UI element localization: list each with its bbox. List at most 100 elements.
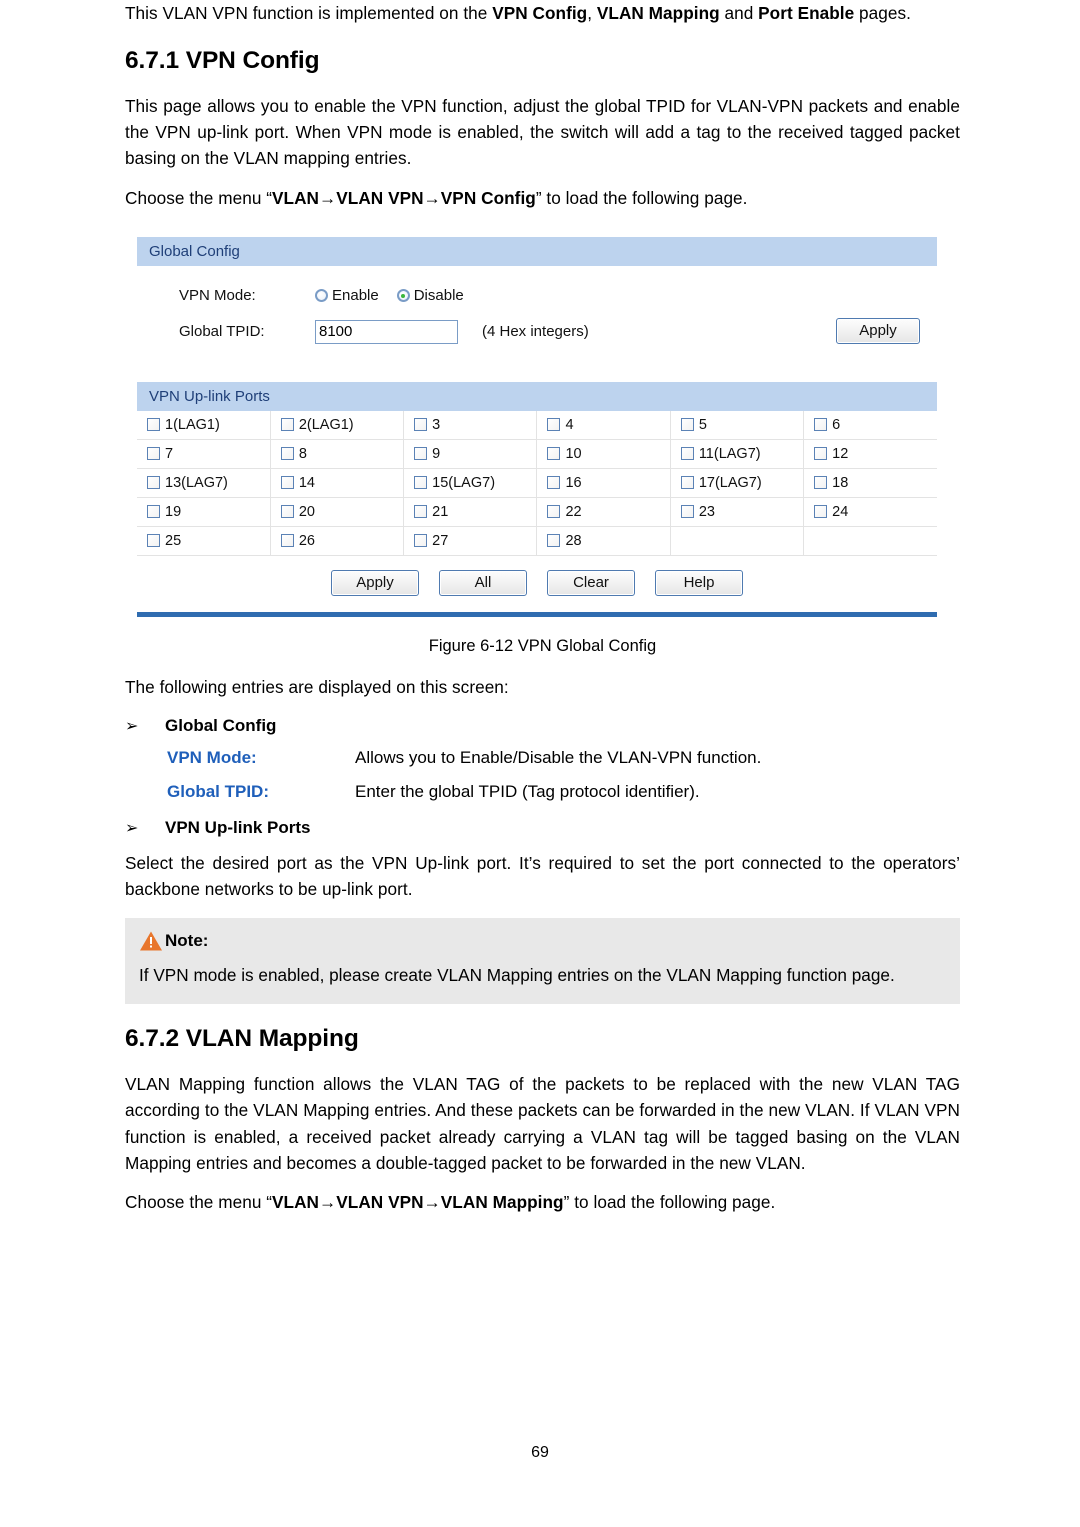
port-cell[interactable]: 6 (803, 410, 937, 440)
intro-term-vpn-config: VPN Config (492, 3, 588, 23)
port-cell[interactable]: 1(LAG1) (137, 410, 271, 440)
port-checkbox[interactable] (147, 476, 160, 490)
port-cell-empty (803, 525, 937, 556)
port-checkbox[interactable] (280, 476, 294, 490)
port-cell[interactable]: 10 (536, 438, 671, 469)
port-cell[interactable]: 2(LAG1) (270, 410, 405, 440)
global-config-apply-button[interactable]: Apply (836, 317, 920, 344)
intro-sep1: , (587, 3, 597, 23)
port-cell[interactable]: 20 (270, 496, 405, 527)
port-cell[interactable]: 7 (137, 438, 271, 469)
definition-global-tpid: Global TPID: Enter the global TPID (Tag … (125, 782, 960, 802)
port-cell[interactable]: 14 (270, 467, 405, 498)
note-body-text: If VPN mode is enabled, please create VL… (139, 965, 895, 986)
page-content: This VLAN VPN function is implemented on… (125, 0, 960, 1228)
port-cell[interactable]: 11(LAG7) (670, 438, 805, 469)
port-checkbox[interactable] (147, 418, 160, 432)
port-checkbox[interactable] (814, 447, 828, 461)
radio-disable[interactable]: Disable (396, 287, 464, 304)
port-cell[interactable]: 19 (137, 496, 271, 527)
note-title-label: Note: (165, 931, 209, 951)
port-cell[interactable]: 28 (536, 525, 671, 556)
port-cell[interactable]: 26 (270, 525, 405, 556)
port-checkbox[interactable] (147, 447, 160, 461)
port-checkbox[interactable] (547, 418, 561, 432)
panel-bottom-bar (137, 611, 937, 617)
port-checkbox[interactable] (680, 447, 694, 461)
intro-sep2: and (719, 3, 759, 23)
radio-disable-icon[interactable] (396, 289, 410, 303)
intro-suffix: pages. (854, 3, 911, 23)
bullet-arrow-icon: ➢ (125, 717, 139, 735)
port-cell[interactable]: 4 (536, 410, 671, 440)
uplink-apply-button[interactable]: Apply (331, 569, 419, 596)
section-672-menu-line: Choose the menu “VLAN→VLAN VPN→VLAN Mapp… (125, 1189, 960, 1215)
definition-vpn-mode: VPN Mode: Allows you to Enable/Disable t… (125, 748, 960, 768)
radio-enable[interactable]: Enable (315, 287, 379, 304)
port-checkbox[interactable] (414, 505, 428, 519)
section-671-menu-line: Choose the menu “VLAN→VLAN VPN→VPN Confi… (125, 185, 960, 211)
intro-paragraph: This VLAN VPN function is implemented on… (125, 0, 960, 26)
port-cell[interactable]: 15(LAG7) (403, 467, 538, 498)
global-tpid-input[interactable] (315, 319, 458, 344)
port-checkbox[interactable] (680, 505, 694, 519)
uplink-ports-header: VPN Up-link Ports (137, 381, 937, 411)
port-cell[interactable]: 24 (803, 496, 937, 527)
port-checkbox[interactable] (547, 447, 561, 461)
port-cell[interactable]: 16 (536, 467, 671, 498)
port-checkbox[interactable] (680, 476, 694, 490)
port-checkbox[interactable] (280, 418, 294, 432)
port-checkbox[interactable] (414, 418, 428, 432)
port-checkbox[interactable] (814, 505, 828, 519)
uplink-clear-button[interactable]: Clear (547, 569, 635, 596)
port-cell[interactable]: 18 (803, 467, 937, 498)
port-cell[interactable]: 27 (403, 525, 538, 556)
uplink-ports-button-row: Apply All Clear Help (137, 556, 937, 612)
radio-enable-icon[interactable] (315, 289, 328, 303)
port-checkbox[interactable] (547, 505, 561, 519)
port-cell[interactable]: 22 (536, 496, 671, 527)
vpn-mode-radio-group: Enable Disable (315, 287, 464, 304)
table-row: 25 26 27 28 (137, 525, 937, 556)
port-cell[interactable]: 3 (403, 410, 538, 440)
bullet-arrow-icon: ➢ (125, 819, 139, 837)
menu-path-vlan-mapping: VLAN→VLAN VPN→VLAN Mapping (272, 1191, 564, 1212)
entries-lead-text: The following entries are displayed on t… (125, 676, 509, 697)
port-checkbox[interactable] (280, 447, 294, 461)
menu-suffix: ” to load the following page. (535, 187, 748, 208)
port-checkbox[interactable] (414, 476, 428, 490)
port-checkbox[interactable] (547, 476, 561, 490)
port-checkbox[interactable] (814, 418, 828, 432)
uplink-help-button[interactable]: Help (655, 569, 743, 596)
note-title: Note: (139, 930, 946, 952)
port-cell[interactable]: 12 (803, 438, 937, 469)
port-checkbox[interactable] (147, 534, 160, 548)
port-cell[interactable]: 13(LAG7) (137, 467, 271, 498)
uplink-all-button[interactable]: All (439, 569, 527, 596)
section-671-paragraph: This page allows you to enable the VPN f… (125, 96, 960, 169)
port-checkbox[interactable] (280, 534, 294, 548)
intro-term-vlan-mapping: VLAN Mapping (596, 3, 720, 23)
menu-path-vpn-config: VLAN→VLAN VPN→VPN Config (272, 187, 536, 208)
port-cell[interactable]: 17(LAG7) (670, 467, 805, 498)
port-cell[interactable]: 25 (137, 525, 271, 556)
uplink-ports-table-body: 1(LAG1) 2(LAG1) 3 4 5 6 7 8 9 10 11(LAG7… (137, 410, 937, 556)
port-checkbox[interactable] (147, 505, 160, 519)
port-cell[interactable]: 5 (670, 410, 805, 440)
port-checkbox[interactable] (414, 534, 428, 548)
page-number: 69 (531, 1444, 549, 1461)
definition-description: Enter the global TPID (Tag protocol iden… (355, 781, 700, 801)
port-cell[interactable]: 23 (670, 496, 805, 527)
bullet-global-config: ➢ Global Config (125, 716, 960, 736)
port-checkbox[interactable] (814, 476, 828, 490)
global-tpid-row: Global TPID: (4 Hex integers) (137, 314, 937, 350)
definition-description: Allows you to Enable/Disable the VLAN-VP… (355, 747, 762, 767)
port-checkbox[interactable] (280, 505, 294, 519)
port-cell[interactable]: 9 (403, 438, 538, 469)
port-cell[interactable]: 21 (403, 496, 538, 527)
port-cell[interactable]: 8 (270, 438, 405, 469)
port-checkbox[interactable] (414, 447, 428, 461)
port-checkbox[interactable] (680, 418, 694, 432)
port-checkbox[interactable] (547, 534, 561, 548)
definition-term: VPN Mode: (167, 747, 257, 767)
